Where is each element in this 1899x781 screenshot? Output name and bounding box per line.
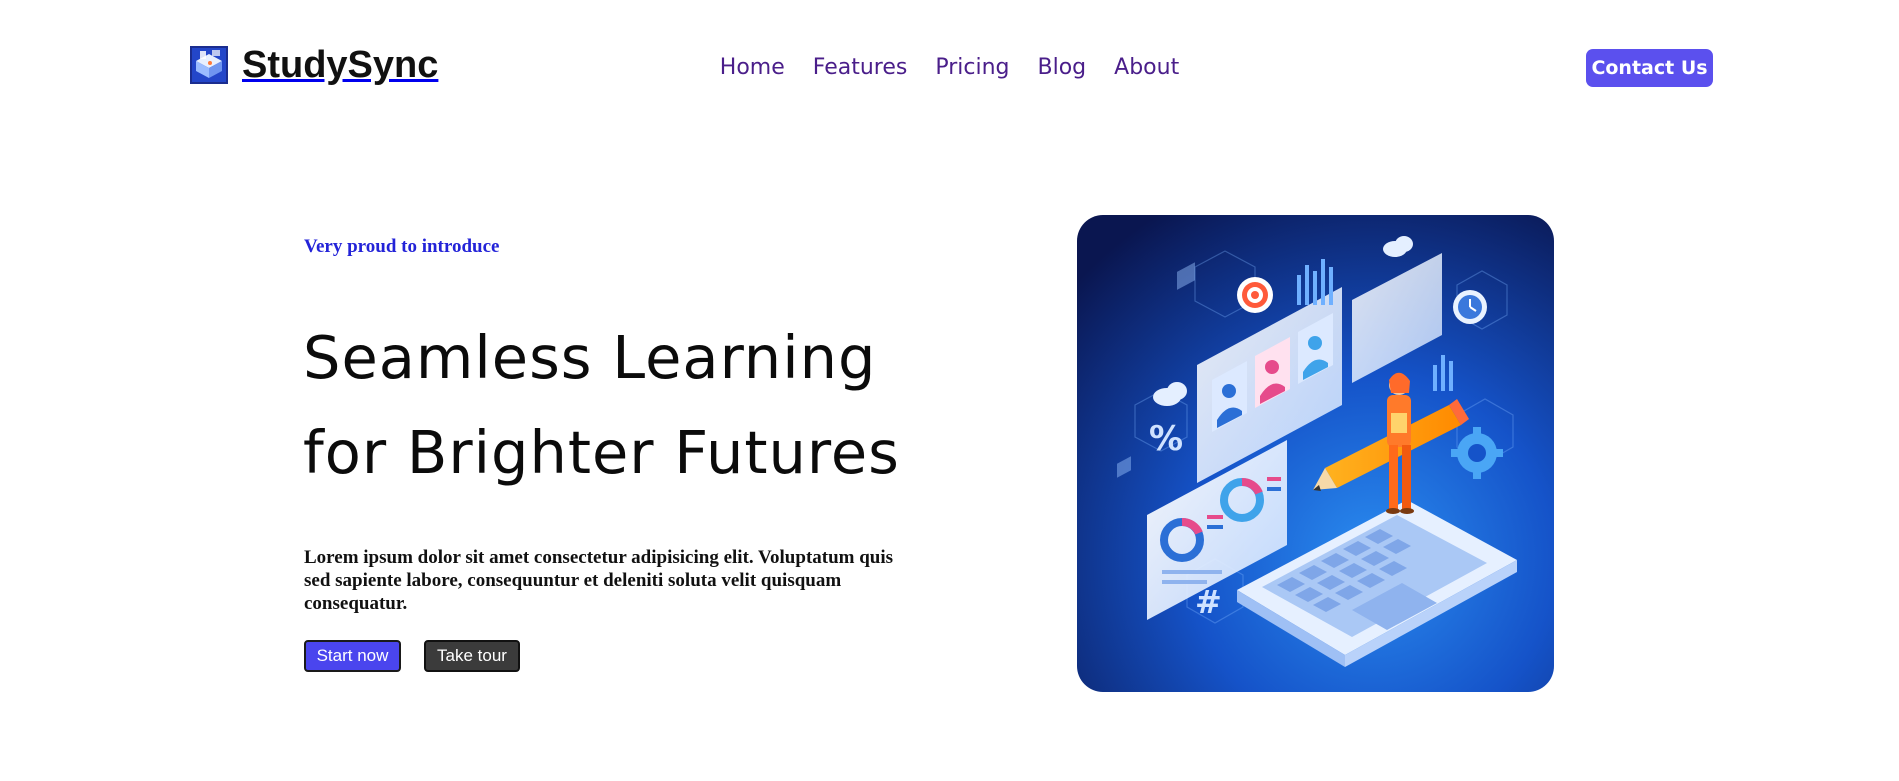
percent-icon: %: [1149, 419, 1183, 459]
hero-headline: Seamless Learning for Brighter Futures: [303, 310, 943, 500]
nav-link-blog[interactable]: Blog: [1038, 54, 1087, 82]
nav-link-features[interactable]: Features: [813, 54, 908, 82]
hero-headline-line-1: Seamless Learning: [303, 323, 877, 392]
take-tour-button[interactable]: Take tour: [424, 640, 520, 672]
nav-link-home[interactable]: Home: [720, 54, 785, 82]
clock-icon: [1453, 290, 1487, 324]
hashtag-icon: #: [1195, 583, 1222, 621]
hero-illustration: % #: [1077, 215, 1554, 692]
nav-link-pricing[interactable]: Pricing: [935, 54, 1009, 82]
start-now-button[interactable]: Start now: [304, 640, 401, 672]
isometric-elearning-illustration: % #: [1077, 215, 1554, 692]
contact-us-button[interactable]: Contact Us: [1586, 49, 1713, 87]
isometric-study-app-icon: [190, 46, 228, 84]
brand-logo[interactable]: StudySync: [190, 46, 438, 84]
hero-headline-line-2: for Brighter Futures: [303, 418, 900, 487]
nav-link-about[interactable]: About: [1114, 54, 1179, 82]
target-icon: [1237, 277, 1273, 313]
brand-name: StudySync: [242, 44, 439, 86]
hero-description: Lorem ipsum dolor sit amet consectetur a…: [304, 547, 894, 614]
hero-eyebrow: Very proud to introduce: [304, 236, 500, 257]
